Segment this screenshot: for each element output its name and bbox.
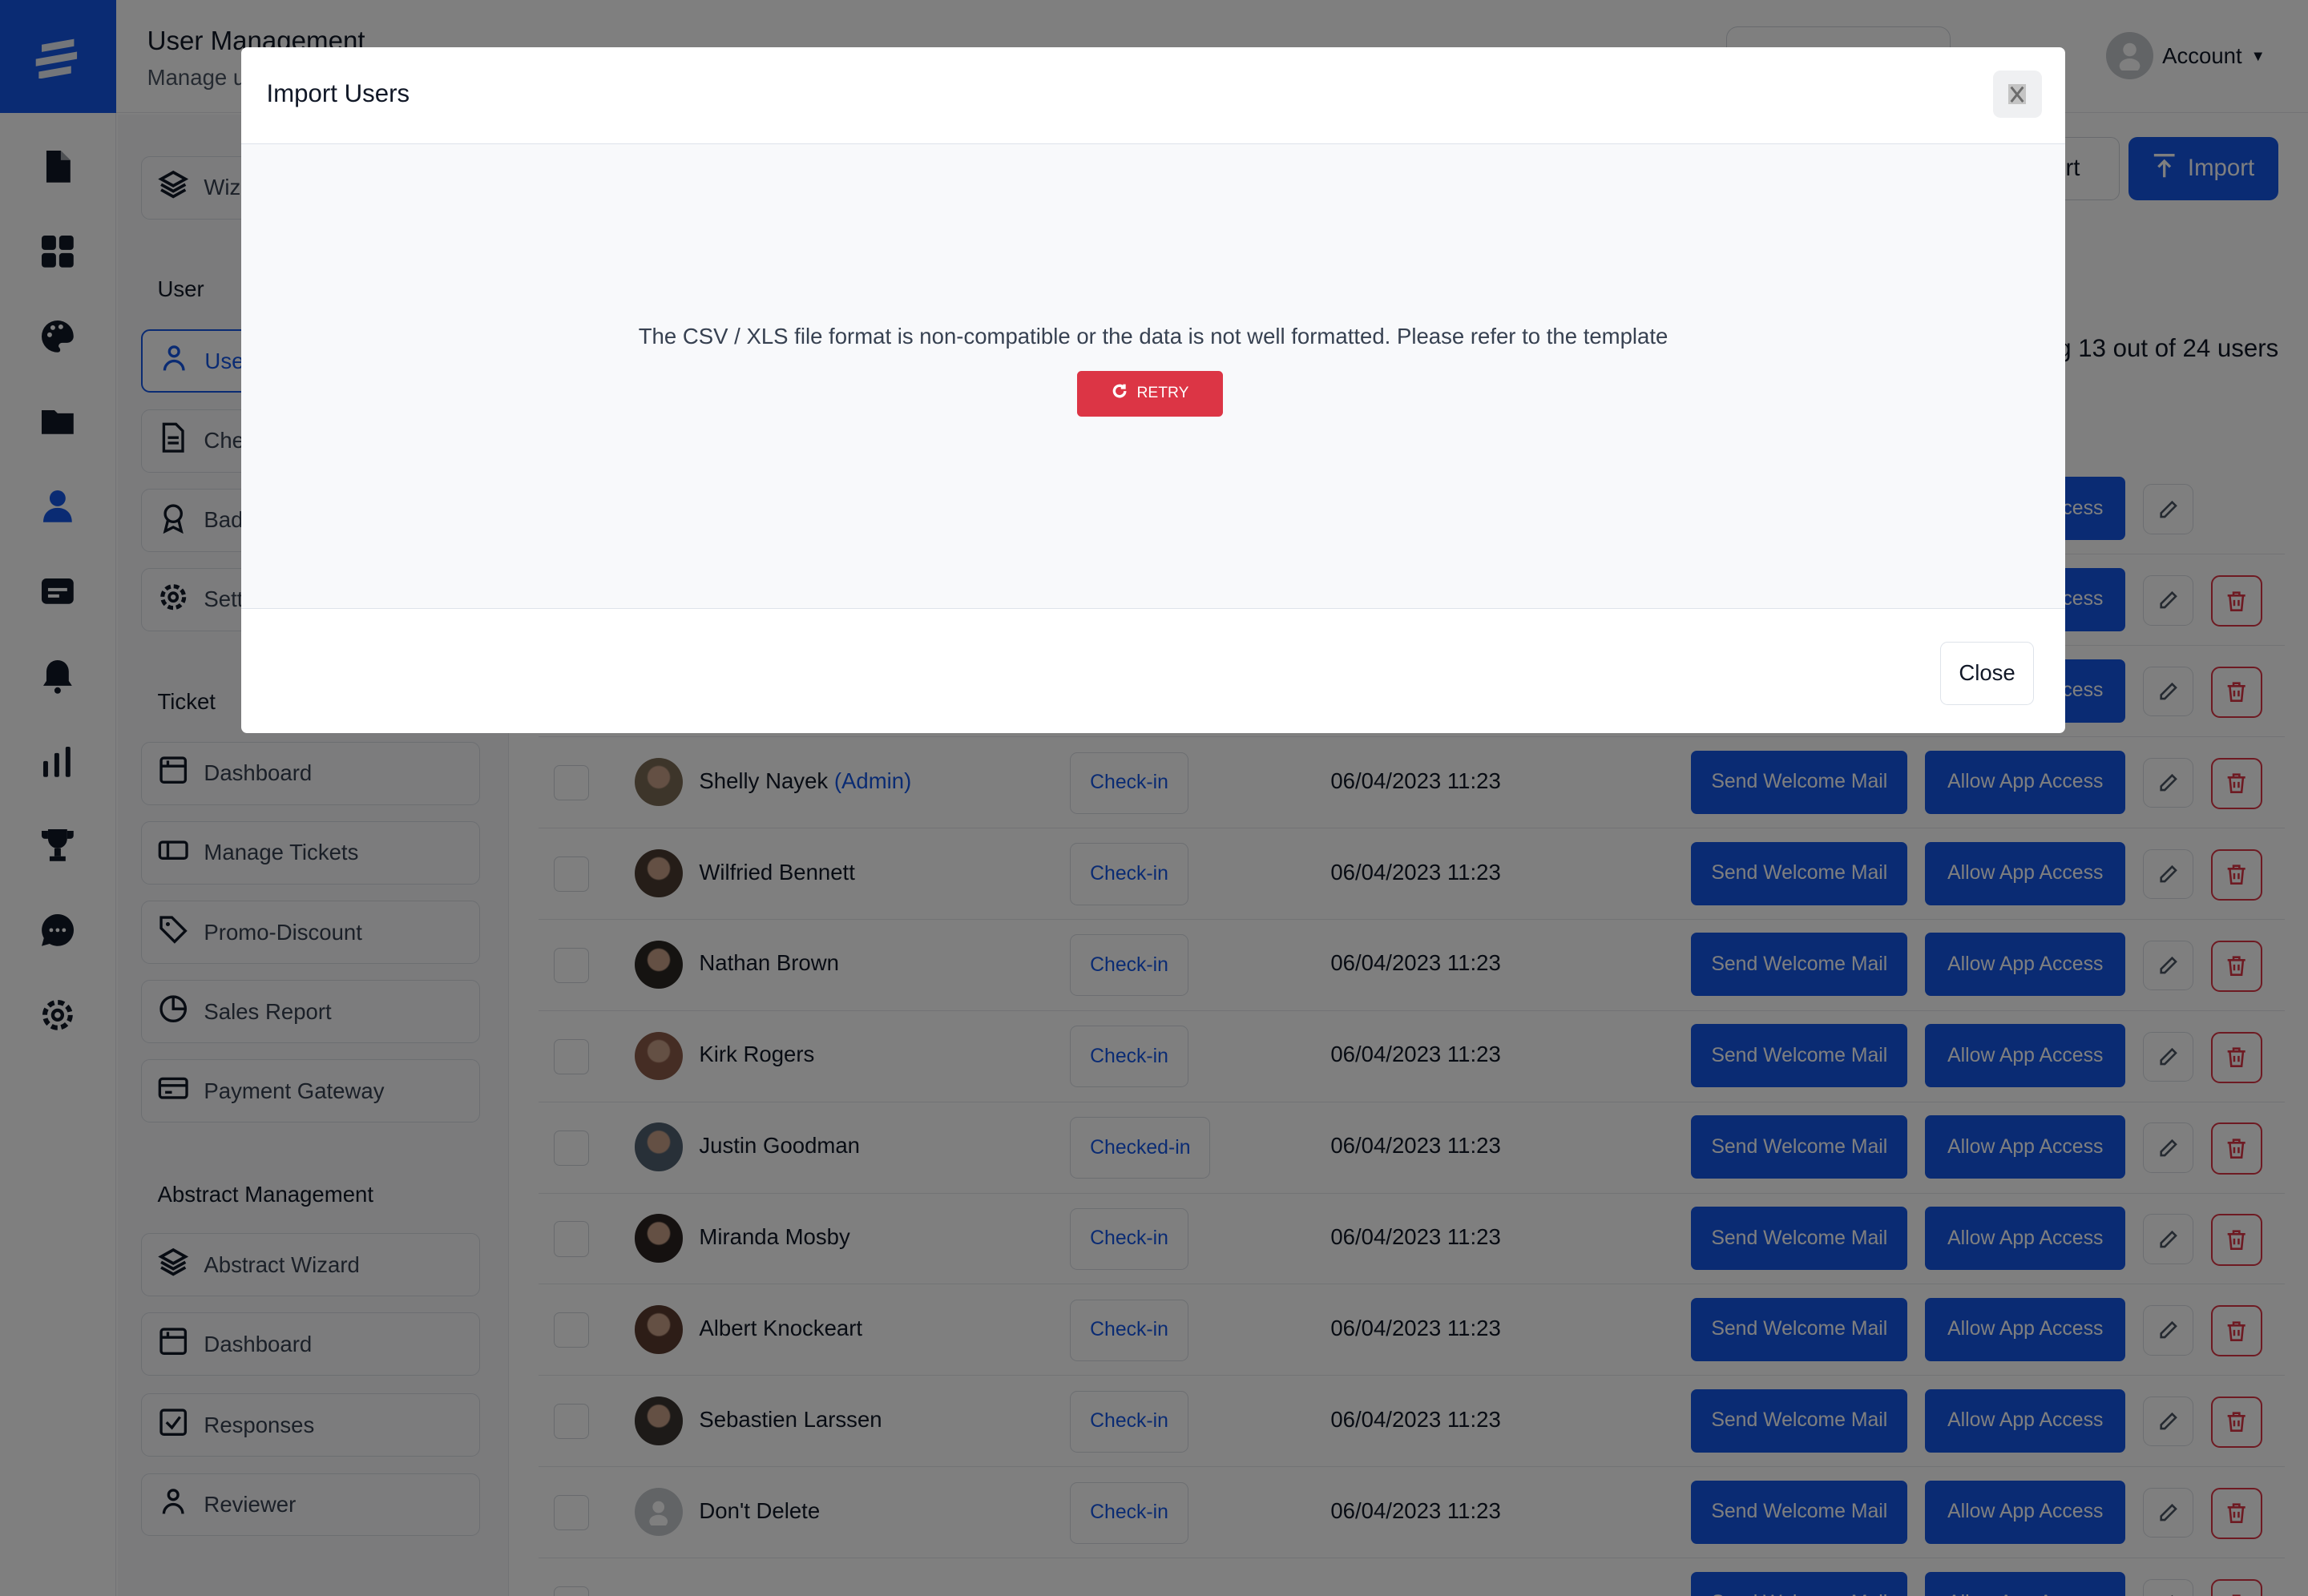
close-button[interactable]: Close	[1939, 641, 2035, 705]
app: User Management Manage users Account ▼ W…	[0, 0, 2308, 1596]
error-message: The CSV / XLS file format is non-compati…	[638, 324, 1668, 349]
retry-button[interactable]: RETRY	[1077, 370, 1224, 417]
modal-header: Import Users	[241, 47, 2065, 144]
close-icon	[2008, 83, 2027, 105]
import-users-modal: Import Users The CSV / XLS file format i…	[241, 46, 2065, 733]
modal-body: The CSV / XLS file format is non-compati…	[241, 143, 2065, 610]
modal-title: Import Users	[266, 79, 410, 108]
refresh-icon	[1112, 383, 1128, 404]
modal-close-x-button[interactable]	[1992, 71, 2042, 118]
retry-label: RETRY	[1136, 385, 1189, 402]
